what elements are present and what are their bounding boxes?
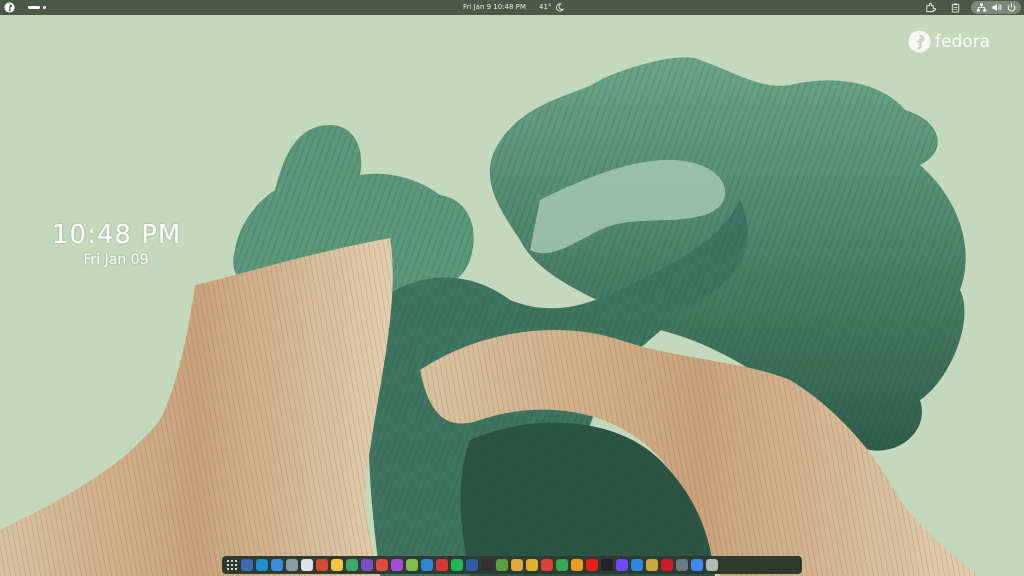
netflix-icon[interactable] (661, 559, 673, 571)
fedora-media-writer-icon[interactable] (241, 559, 253, 571)
power-icon (1007, 3, 1016, 12)
drive-icon[interactable] (556, 559, 568, 571)
minecraft-icon[interactable] (496, 559, 508, 571)
workspace-dot[interactable] (43, 6, 46, 9)
github-icon[interactable] (601, 559, 613, 571)
browser-icon[interactable] (421, 559, 433, 571)
activities-fedora-icon[interactable] (4, 2, 15, 13)
media-player-icon[interactable] (391, 559, 403, 571)
desktop-clock-date: Fri Jan 09 (83, 252, 149, 268)
workspace-active[interactable] (28, 6, 40, 9)
dock (222, 556, 802, 574)
calendar-icon[interactable] (436, 559, 448, 571)
workspace-indicator[interactable] (28, 6, 46, 9)
fedora-logo-icon (908, 30, 931, 53)
layers-icon[interactable] (346, 559, 358, 571)
extensions-icon[interactable] (925, 2, 936, 13)
system-menu[interactable] (971, 1, 1021, 14)
youtube-icon[interactable] (586, 559, 598, 571)
pinwheel-icon[interactable] (376, 559, 388, 571)
weather-indicator[interactable]: 41° (539, 3, 565, 12)
notes-icon[interactable] (331, 559, 343, 571)
sparkle-icon[interactable] (691, 559, 703, 571)
proton-icon[interactable] (616, 559, 628, 571)
lime-icon[interactable] (406, 559, 418, 571)
text-editor-icon[interactable] (301, 559, 313, 571)
chrome-icon[interactable] (526, 559, 538, 571)
wallpaper (0, 0, 1024, 576)
app-grid-icon[interactable] (226, 559, 238, 571)
files-icon[interactable] (286, 559, 298, 571)
gimp-icon[interactable] (646, 559, 658, 571)
folder-icon[interactable] (511, 559, 523, 571)
firefox-icon[interactable] (361, 559, 373, 571)
steam-icon[interactable] (466, 559, 478, 571)
vscode-icon[interactable] (631, 559, 643, 571)
network-icon (976, 3, 987, 12)
clear-night-icon (556, 3, 565, 12)
top-bar: Fri Jan 9 10:48 PM 41° (0, 0, 1024, 15)
clipboard-icon[interactable] (950, 2, 961, 13)
fedora-wordmark: fedora (935, 31, 991, 52)
desktop-clock-time: 10:48 PM (52, 220, 182, 250)
volume-icon (992, 3, 1002, 12)
temperature: 41° (539, 3, 552, 11)
gift-icon[interactable] (316, 559, 328, 571)
spotify-icon[interactable] (451, 559, 463, 571)
topbar-clock[interactable]: Fri Jan 9 10:48 PM (463, 3, 526, 11)
terminal-icon[interactable] (481, 559, 493, 571)
photos-icon[interactable] (571, 559, 583, 571)
desktop-clock-widget: 10:48 PM Fri Jan 09 (52, 220, 180, 268)
gmail-icon[interactable] (541, 559, 553, 571)
fedora-watermark: fedora (908, 30, 990, 53)
chromium-icon[interactable] (271, 559, 283, 571)
settings-icon[interactable] (676, 559, 688, 571)
edge-icon[interactable] (256, 559, 268, 571)
trash-icon[interactable] (706, 559, 718, 571)
